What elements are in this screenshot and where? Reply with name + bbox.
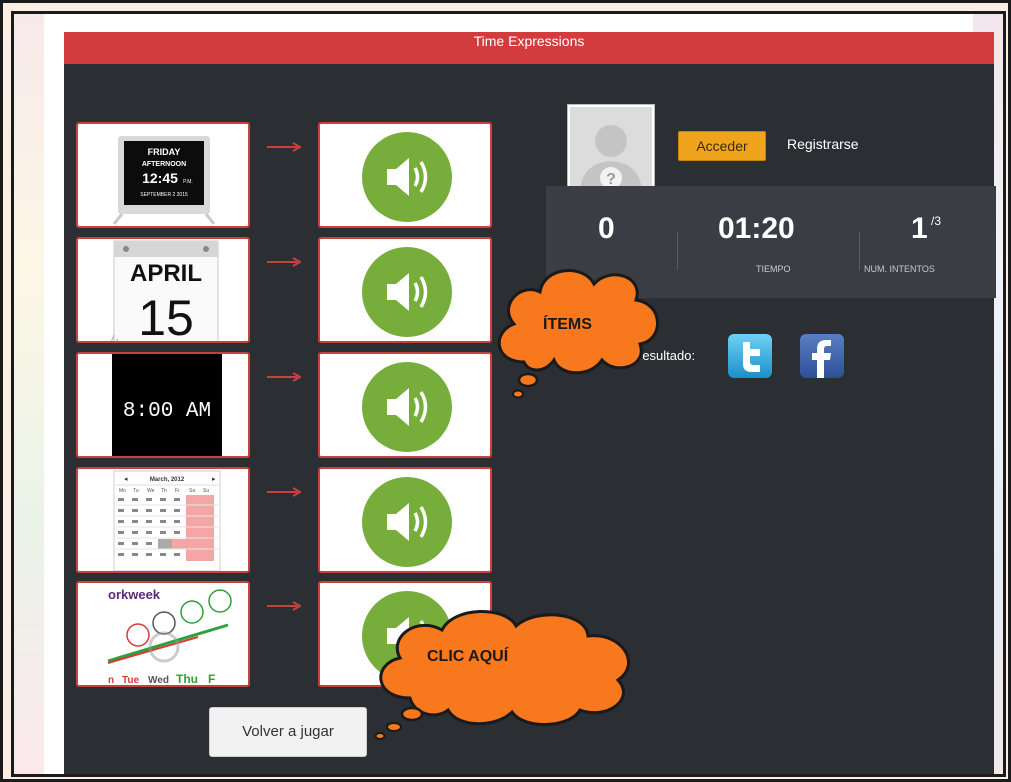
facebook-button[interactable] <box>800 334 844 378</box>
svg-text:Tue: Tue <box>122 675 139 686</box>
tear-off-calendar-image: APRIL 15 <box>111 240 219 343</box>
svg-text:We: We <box>147 488 155 494</box>
user-placeholder-icon: ? <box>570 107 652 191</box>
attempts-label: NUM. INTENTOS <box>864 264 935 274</box>
clock-day: FRIDAY <box>148 147 181 157</box>
clock-time: 12:45 <box>142 170 178 186</box>
calendar-month: APRIL <box>130 260 202 287</box>
svg-text:Wed: Wed <box>148 675 169 686</box>
item-card-1[interactable]: FRIDAY AFTERNOON 12:45 P.M. SEPTEMBER 2 … <box>76 122 250 228</box>
clock-period: AFTERNOON <box>142 161 186 168</box>
register-link[interactable]: Registrarse <box>787 136 859 152</box>
page-background-left <box>14 14 44 774</box>
workweek-days: n Tue Wed Thu F <box>108 672 215 686</box>
calendar-day: 15 <box>138 290 194 343</box>
click-callout-cloud <box>374 610 630 740</box>
svg-text:◂: ◂ <box>124 476 128 483</box>
item-card-2[interactable]: APRIL 15 <box>76 237 250 343</box>
speaker-button-3[interactable] <box>362 362 452 452</box>
audio-card-4[interactable] <box>318 467 492 573</box>
svg-text:Su: Su <box>203 488 209 494</box>
speaker-button-1[interactable] <box>362 132 452 222</box>
time-value: 01:20 <box>718 212 795 245</box>
item-card-3[interactable]: 8:00 AM <box>76 352 250 458</box>
arrow-icon <box>267 601 301 611</box>
arrow-icon <box>267 142 301 152</box>
speaker-icon <box>387 273 428 311</box>
facebook-icon <box>812 340 831 378</box>
svg-text:Thu: Thu <box>176 672 198 686</box>
audio-card-1[interactable] <box>318 122 492 228</box>
workweek-image: orkweek n Tue Wed Thu F <box>107 587 232 686</box>
svg-text:F: F <box>208 672 215 686</box>
divider <box>859 232 860 270</box>
speaker-button-4[interactable] <box>362 477 452 567</box>
arrow-icon <box>267 372 301 382</box>
game-title: Time Expressions <box>473 33 585 49</box>
month-calendar-image: ◂ ▸ March, 2012 Mo Tu We Th Fr Sa Su <box>113 470 221 571</box>
items-callout-text: ÍTEMS <box>543 316 592 333</box>
browser-viewport: Time Expressions FRIDAY AFTERNOON 12:45 … <box>11 11 1006 777</box>
title-bar: Time Expressions <box>64 32 994 64</box>
arrow-icon <box>267 487 301 497</box>
avatar: ? <box>567 104 655 194</box>
svg-text:Mo: Mo <box>119 488 126 494</box>
audio-card-2[interactable] <box>318 237 492 343</box>
attempts-value: 1 <box>911 212 928 245</box>
svg-text:n: n <box>108 675 114 686</box>
clock-frame-image: FRIDAY AFTERNOON 12:45 P.M. SEPTEMBER 2 … <box>112 136 216 225</box>
twitter-icon <box>743 342 760 372</box>
click-callout-text: CLIC AQUÍ <box>427 648 509 665</box>
audio-card-3[interactable] <box>318 352 492 458</box>
twitter-button[interactable] <box>728 334 772 378</box>
arrow-icon <box>267 257 301 267</box>
digital-clock-time: 8:00 AM <box>123 400 211 423</box>
workweek-caption: orkweek <box>108 587 161 602</box>
speaker-icon <box>387 503 428 541</box>
svg-text:Th: Th <box>161 488 167 494</box>
svg-text:Tu: Tu <box>133 488 139 494</box>
speaker-icon <box>387 158 428 196</box>
time-label: TIEMPO <box>756 264 791 274</box>
svg-text:Fr: Fr <box>175 488 180 494</box>
login-button[interactable]: Acceder <box>678 131 766 161</box>
speaker-icon <box>387 388 428 426</box>
attempts-total: /3 <box>931 214 942 228</box>
clock-date: SEPTEMBER 2 2015 <box>140 192 188 198</box>
score-value: 0 <box>598 212 615 245</box>
screenshot-frame: Time Expressions FRIDAY AFTERNOON 12:45 … <box>0 0 1011 782</box>
digital-clock-image: 8:00 AM <box>112 354 222 456</box>
replay-button[interactable]: Volver a jugar <box>209 707 367 757</box>
clock-ampm: P.M. <box>183 179 193 185</box>
item-card-4[interactable]: ◂ ▸ March, 2012 Mo Tu We Th Fr Sa Su <box>76 467 250 573</box>
item-card-5[interactable]: orkweek n Tue Wed Thu F <box>76 581 250 687</box>
divider <box>677 232 678 270</box>
svg-text:Sa: Sa <box>189 488 195 494</box>
calendar-header: March, 2012 <box>150 477 185 483</box>
speaker-button-2[interactable] <box>362 247 452 337</box>
svg-text:▸: ▸ <box>212 476 216 483</box>
